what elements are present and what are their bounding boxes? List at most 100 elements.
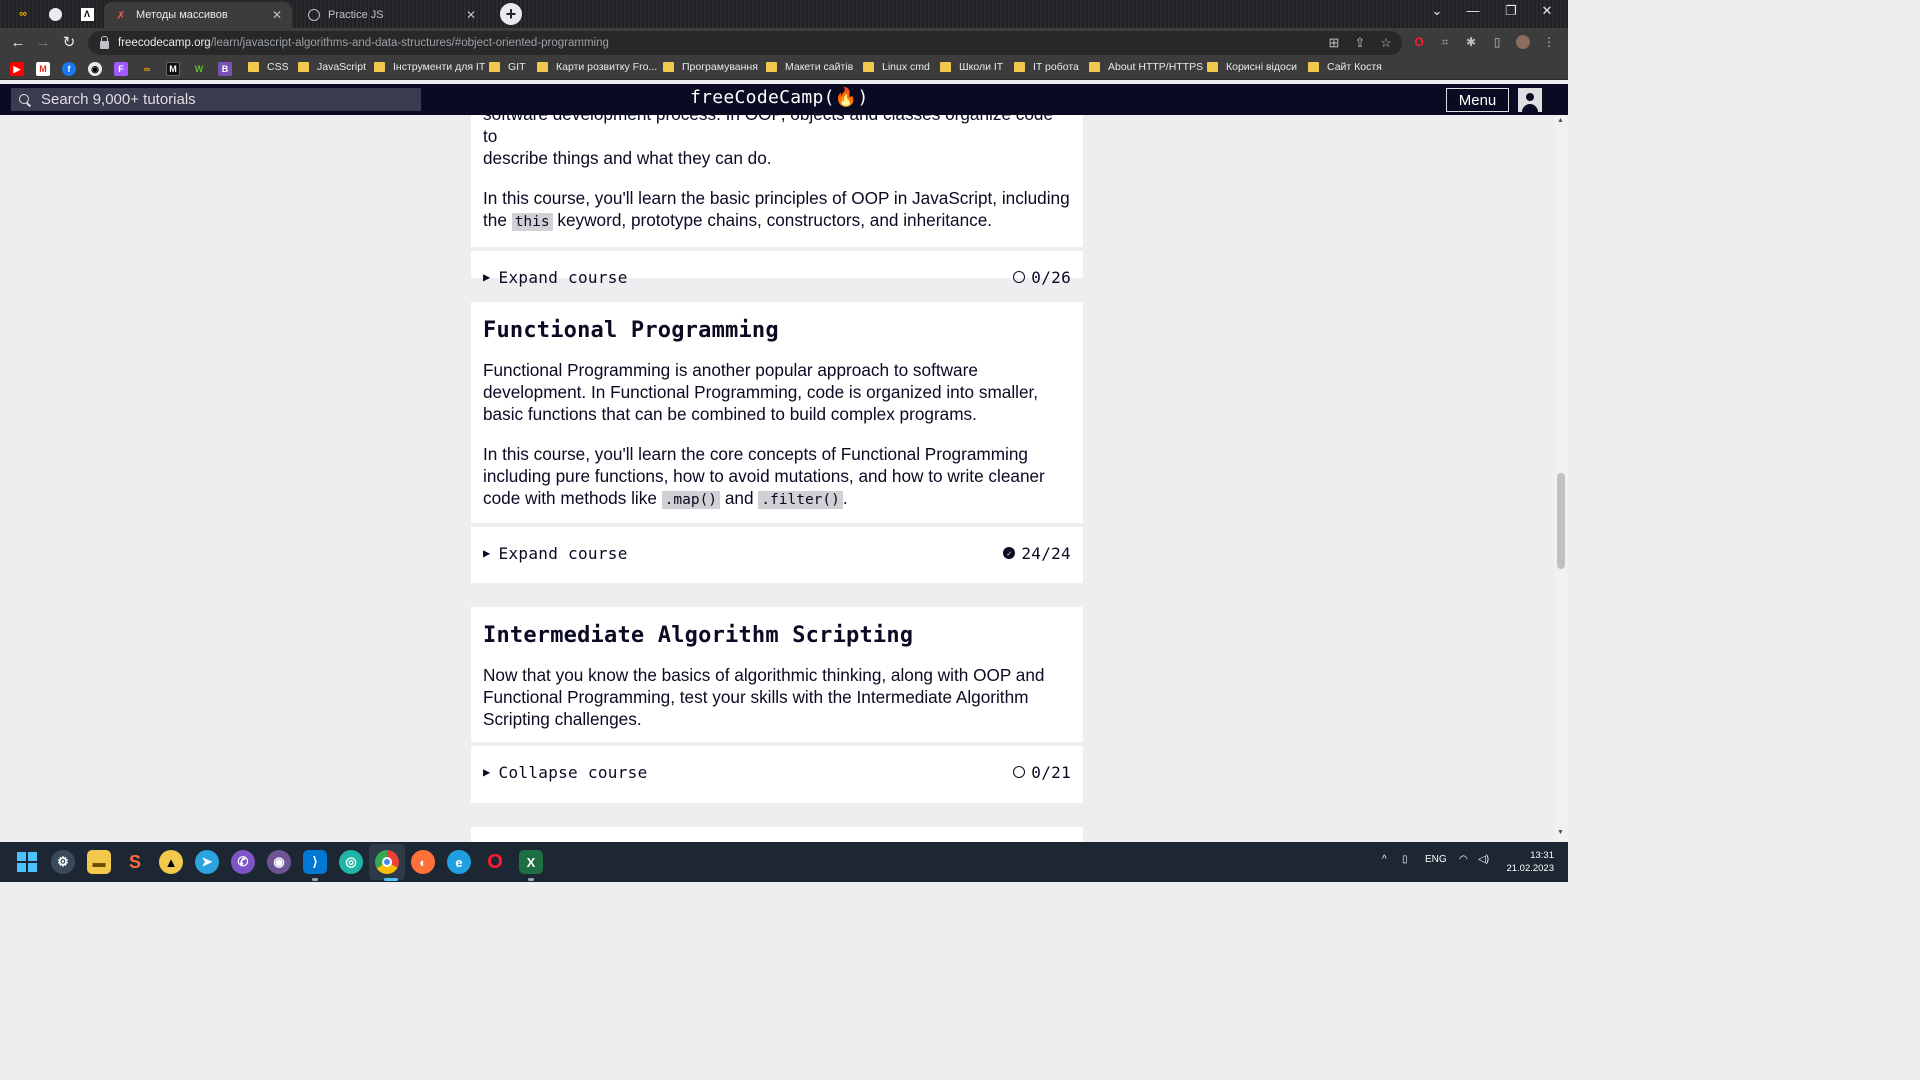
bookmark-folder-videos[interactable]: Корисні відоси bbox=[1207, 61, 1297, 73]
bookmark-folder-linux[interactable]: Linux cmd bbox=[863, 61, 930, 73]
bookmark-folder-http[interactable]: About HTTP/HTTPS bbox=[1089, 61, 1203, 73]
tray-overflow-icon[interactable]: ^ bbox=[1382, 854, 1387, 865]
folder-icon bbox=[1089, 62, 1100, 72]
folder-icon bbox=[374, 62, 385, 72]
grid-extension-icon[interactable]: ⌗ bbox=[1437, 34, 1453, 50]
page-scrollbar[interactable]: ▲ ▼ bbox=[1554, 115, 1568, 842]
url-path: /learn/javascript-algorithms-and-data-st… bbox=[210, 37, 609, 49]
scroll-down-icon[interactable]: ▼ bbox=[1557, 829, 1564, 836]
opera-extension-icon[interactable]: O bbox=[1411, 34, 1427, 50]
course-progress: 0/21 bbox=[1013, 763, 1071, 782]
vscode-icon[interactable]: ⟩ bbox=[303, 850, 327, 874]
tab-methods[interactable]: ✗ Методы массивов ✕ bbox=[104, 2, 292, 28]
expand-course-button[interactable]: ▶ Expand course 0/26 bbox=[471, 251, 1083, 303]
folder-icon bbox=[766, 62, 777, 72]
settings-gear-icon[interactable]: ⚙ bbox=[51, 850, 75, 874]
gmail-icon[interactable]: M bbox=[36, 62, 50, 76]
bookmark-folder-schools[interactable]: Школи IT bbox=[940, 61, 1003, 73]
pinned-tab-1[interactable]: ∞ bbox=[8, 3, 38, 25]
description-line: software development process. In OOP, ob… bbox=[483, 115, 1053, 146]
bookmark-folder-javascript[interactable]: JavaScript bbox=[298, 61, 366, 73]
triangle-app-icon[interactable]: ▲ bbox=[159, 850, 183, 874]
figma-icon[interactable]: F bbox=[114, 62, 128, 76]
github-desktop-icon[interactable]: ◉ bbox=[267, 850, 291, 874]
bookmark-star-icon[interactable]: ☆ bbox=[1378, 35, 1394, 51]
toggle-label: Expand course bbox=[498, 543, 628, 563]
menu-button[interactable]: Menu bbox=[1446, 88, 1509, 112]
side-panel-icon[interactable]: ▯ bbox=[1489, 34, 1505, 50]
infinity-icon: ∞ bbox=[19, 8, 27, 20]
reload-button[interactable]: ↻ bbox=[59, 33, 79, 53]
close-tab-icon[interactable]: ✕ bbox=[466, 8, 476, 22]
bookmark-folder-roadmaps[interactable]: Карти розвитку Fro... bbox=[537, 61, 657, 73]
telegram-icon[interactable]: ➤ bbox=[195, 850, 219, 874]
close-tab-icon[interactable]: ✕ bbox=[272, 8, 282, 22]
wifi-icon[interactable]: ◠ bbox=[1459, 854, 1468, 865]
github-icon bbox=[48, 7, 62, 21]
bootstrap-icon[interactable]: B bbox=[218, 62, 232, 76]
profile-avatar[interactable] bbox=[1515, 34, 1531, 50]
w-icon[interactable]: W bbox=[192, 62, 206, 76]
medium-icon[interactable]: M bbox=[166, 62, 180, 76]
excel-icon[interactable]: X bbox=[519, 850, 543, 874]
extensions-puzzle-icon[interactable]: ✱ bbox=[1463, 34, 1479, 50]
language-indicator[interactable]: ENG bbox=[1425, 854, 1447, 865]
folder-icon bbox=[1308, 62, 1319, 72]
inline-code: .filter() bbox=[758, 491, 843, 509]
restore-button[interactable]: ❐ bbox=[1500, 3, 1522, 19]
infinity-icon[interactable]: ∞ bbox=[140, 62, 154, 76]
address-bar[interactable]: freecodecamp.org/learn/javascript-algori… bbox=[88, 31, 1402, 55]
tab-favicon-icon: ✗ bbox=[116, 9, 126, 22]
pinned-tab-github[interactable] bbox=[40, 3, 70, 25]
back-button[interactable]: ← bbox=[8, 33, 28, 53]
file-explorer-icon[interactable]: ▬ bbox=[87, 850, 111, 874]
folder-icon bbox=[1207, 62, 1218, 72]
bookmark-label: Linux cmd bbox=[882, 61, 930, 73]
chrome-icon[interactable] bbox=[375, 850, 399, 874]
bookmark-folder-it-jobs[interactable]: IT робота bbox=[1014, 61, 1079, 73]
app-flame-icon[interactable]: S bbox=[123, 850, 147, 874]
minimize-button[interactable]: — bbox=[1462, 3, 1484, 18]
edge-icon[interactable]: e bbox=[447, 850, 471, 874]
scrollbar-thumb[interactable] bbox=[1557, 473, 1565, 569]
search-input[interactable]: Search 9,000+ tutorials bbox=[11, 88, 421, 111]
collapse-course-button[interactable]: ▶ Collapse course 0/21 bbox=[471, 746, 1083, 798]
tab-practice-js[interactable]: Practice JS ✕ bbox=[298, 2, 486, 28]
bookmark-folder-tools[interactable]: Інструменти для IT bbox=[374, 61, 485, 73]
course-title[interactable]: Functional Programming bbox=[483, 318, 1071, 343]
bookmark-folder-programming[interactable]: Програмування bbox=[663, 61, 758, 73]
viber-icon[interactable]: ✆ bbox=[231, 850, 255, 874]
forward-button[interactable]: → bbox=[33, 33, 53, 53]
new-tab-button[interactable]: + bbox=[500, 3, 522, 25]
windows-start-icon[interactable] bbox=[15, 850, 39, 874]
github-icon[interactable]: ◉ bbox=[88, 62, 102, 76]
system-clock[interactable]: 13:31 21.02.2023 bbox=[1500, 849, 1554, 875]
description-text: keyword, prototype chains, constructors,… bbox=[557, 210, 993, 230]
volume-icon[interactable]: ◁) bbox=[1478, 854, 1489, 865]
expand-course-button[interactable]: ▶ Expand course ✓ 24/24 bbox=[471, 527, 1083, 579]
bookmark-folder-layouts[interactable]: Макети сайтів bbox=[766, 61, 853, 73]
firefox-icon[interactable]: ◐ bbox=[411, 850, 435, 874]
browser-menu-icon[interactable]: ⋮ bbox=[1541, 34, 1557, 50]
plus-icon: + bbox=[505, 3, 517, 24]
share-icon[interactable]: ⇪ bbox=[1352, 35, 1368, 51]
bookmark-folder-git[interactable]: GIT bbox=[489, 61, 526, 73]
course-title[interactable]: Intermediate Algorithm Scripting bbox=[483, 623, 1071, 648]
description-text: and bbox=[724, 488, 754, 508]
translate-icon[interactable]: ⊞ bbox=[1326, 35, 1342, 51]
facebook-icon[interactable]: f bbox=[62, 62, 76, 76]
tab-search-icon[interactable]: ⌄ bbox=[1426, 3, 1448, 19]
bookmark-label: About HTTP/HTTPS bbox=[1108, 61, 1204, 73]
fcc-logo[interactable]: freeCodeCamp(🔥) bbox=[690, 87, 869, 108]
close-window-button[interactable]: ✕ bbox=[1536, 3, 1558, 19]
pinned-tab-3[interactable]: Λ bbox=[72, 3, 102, 25]
bookmark-folder-css[interactable]: CSS bbox=[248, 61, 289, 73]
scroll-up-icon[interactable]: ▲ bbox=[1557, 117, 1564, 124]
browser-app-icon[interactable]: ◎ bbox=[339, 850, 363, 874]
bookmark-folder-kostya[interactable]: Сайт Костя bbox=[1308, 61, 1382, 73]
description-line: describe things and what they can do. bbox=[483, 148, 772, 168]
user-avatar[interactable] bbox=[1518, 88, 1542, 112]
opera-icon[interactable]: O bbox=[483, 850, 507, 874]
youtube-icon[interactable]: ▶ bbox=[10, 62, 24, 76]
battery-icon[interactable]: ▯ bbox=[1402, 854, 1408, 865]
